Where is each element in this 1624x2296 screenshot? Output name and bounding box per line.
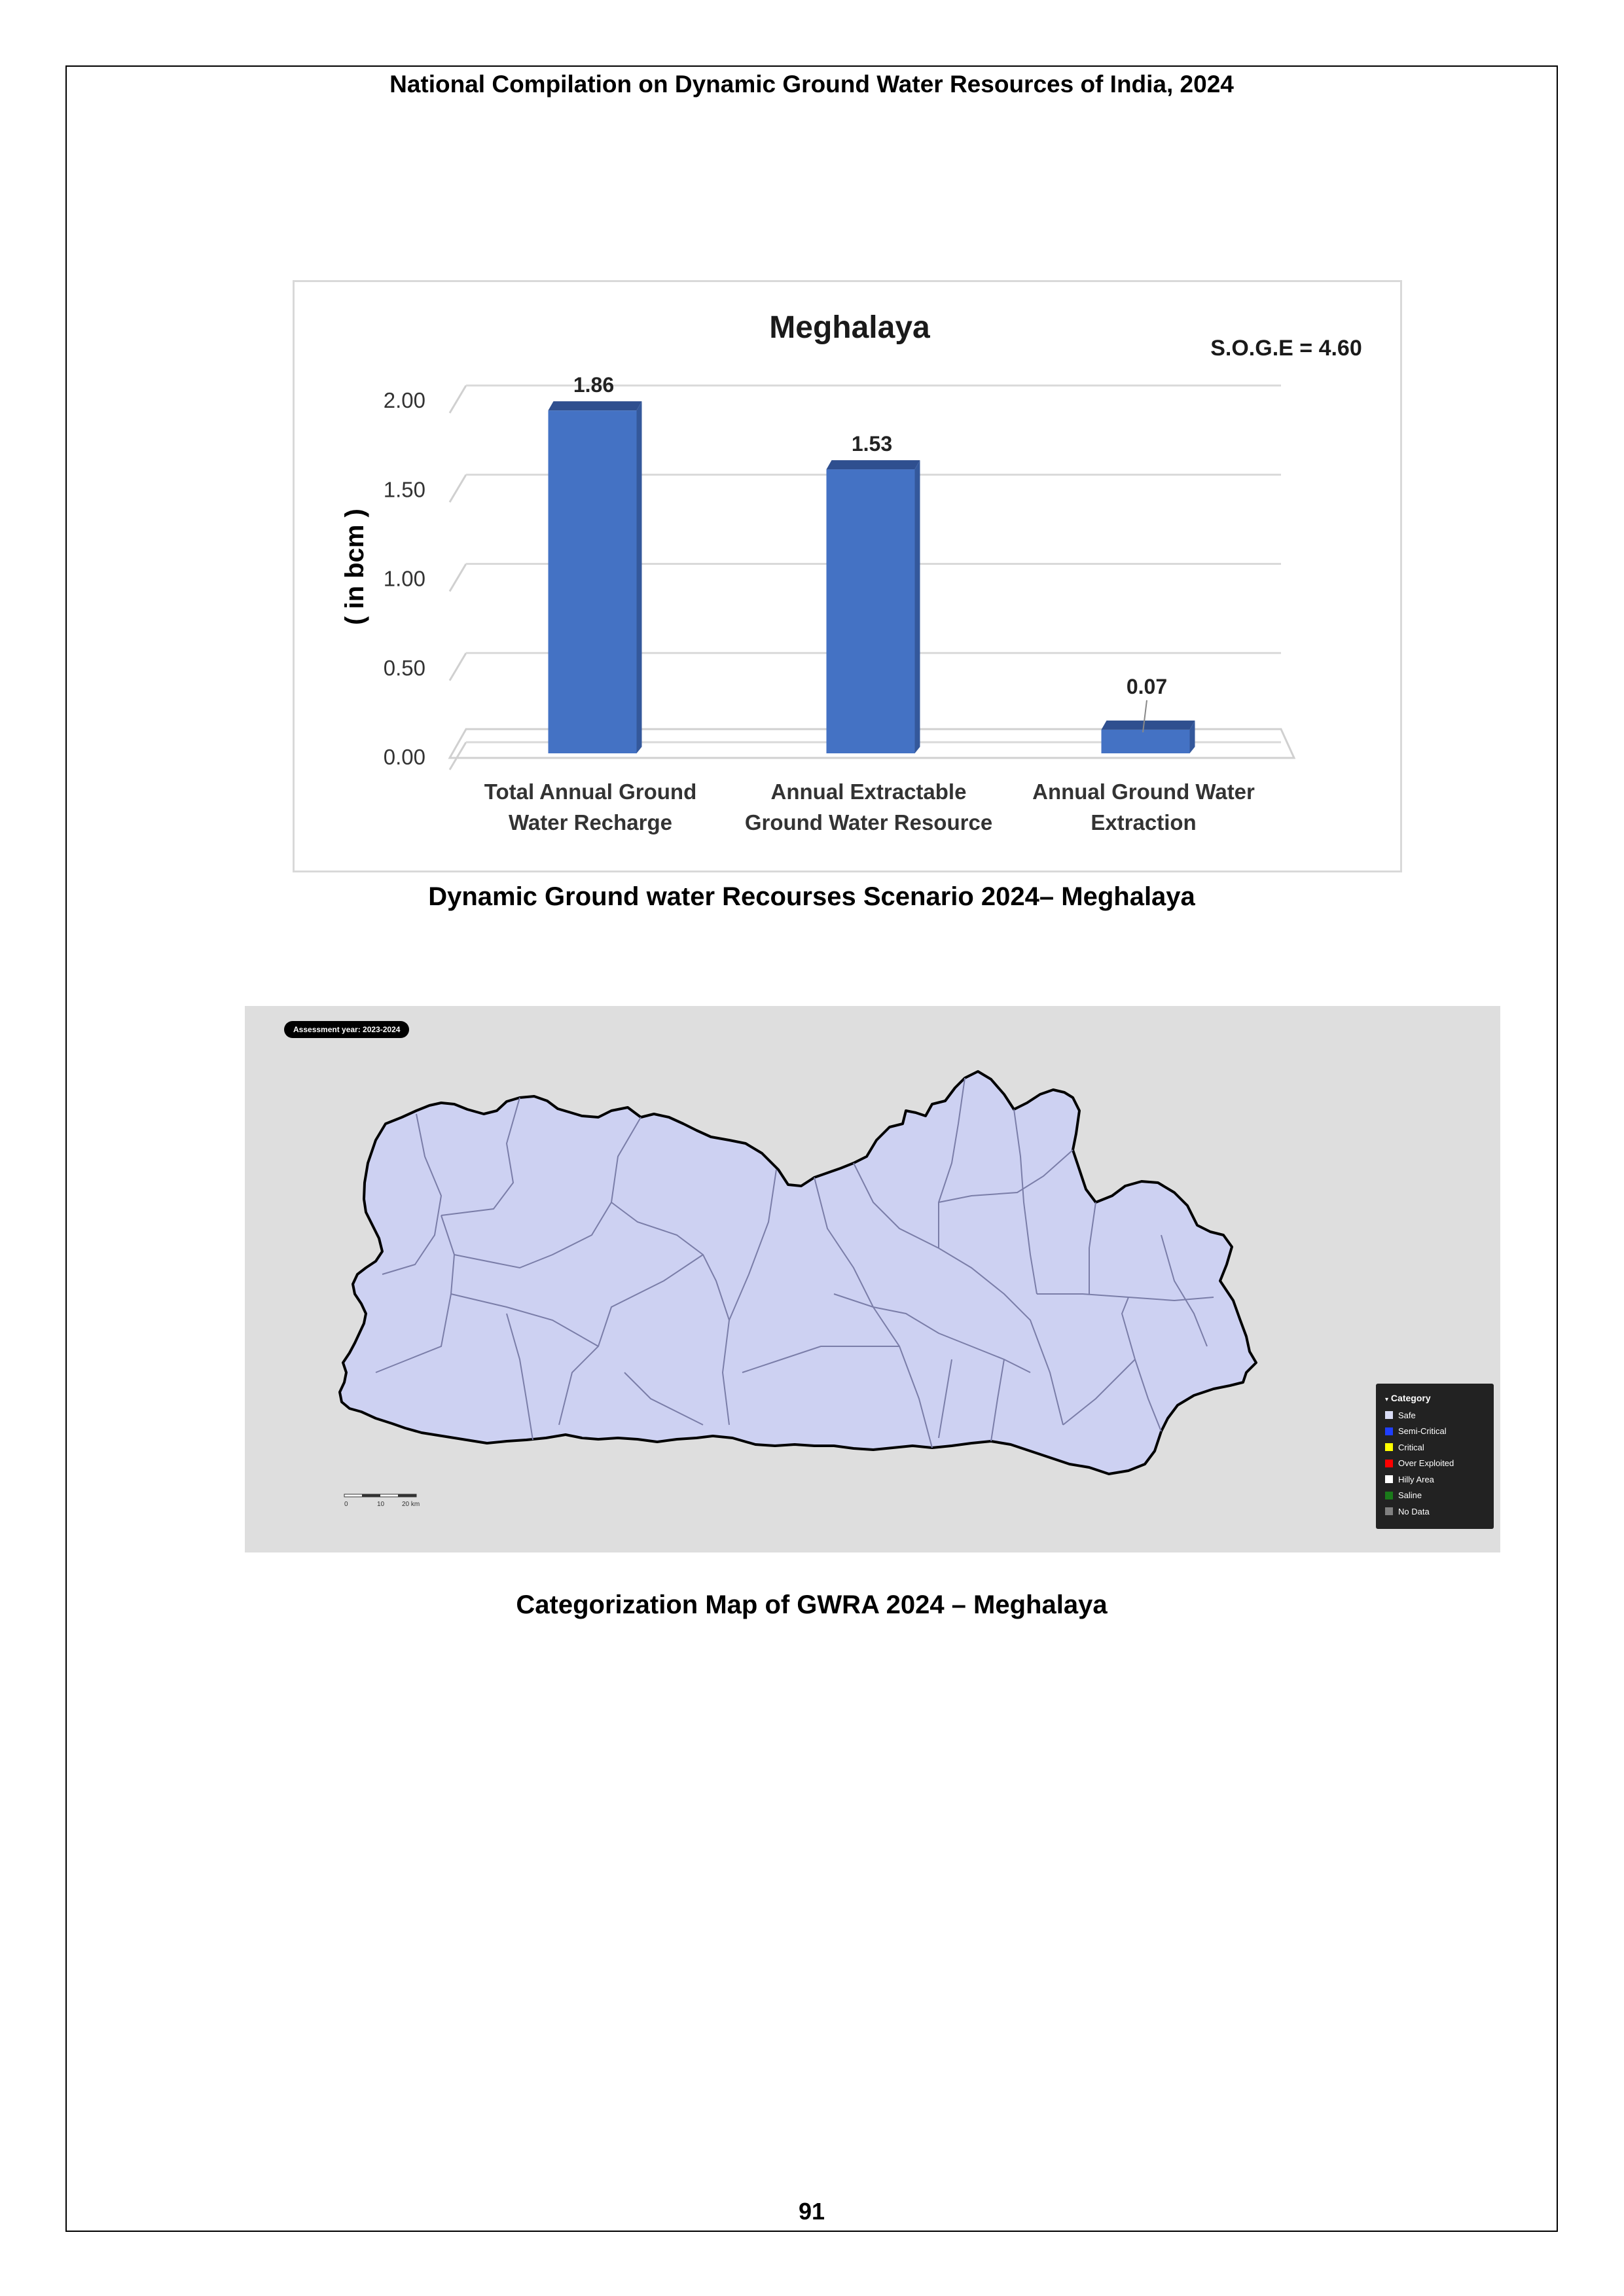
legend-item: Over Exploited	[1385, 1456, 1494, 1472]
chart-caption: Dynamic Ground water Recourses Scenario …	[428, 882, 1195, 911]
scale-label-0: 0	[344, 1501, 348, 1508]
meghalaya-map	[338, 1070, 1257, 1475]
bar-chart: 0.00 0.50 1.00 1.50 2.00 1.86 Total Annual Gro…	[293, 280, 1402, 872]
legend-item: Semi-Critical	[1385, 1424, 1494, 1440]
grid-diagonal	[448, 652, 467, 681]
page-number: 91	[798, 2198, 825, 2225]
legend-swatch	[1385, 1475, 1393, 1484]
legend-title: ▾ Category	[1385, 1393, 1494, 1403]
legend-swatch	[1385, 1411, 1393, 1420]
legend-label: Critical	[1398, 1442, 1424, 1452]
legend-label: Over Exploited	[1398, 1458, 1454, 1469]
legend-swatch	[1385, 1427, 1393, 1435]
category-label: Ground Water Resource	[745, 810, 992, 834]
bar-side	[914, 460, 920, 753]
legend-label: Semi-Critical	[1398, 1426, 1447, 1437]
collapse-icon[interactable]: ▾	[1385, 1396, 1388, 1403]
bar-side	[636, 401, 642, 753]
grid-diagonal	[448, 385, 467, 414]
grid-diagonal	[448, 563, 467, 592]
grid-diagonal	[448, 474, 467, 503]
scale-label-10: 10	[377, 1501, 385, 1508]
category-label: Annual Ground Water	[1032, 780, 1255, 804]
chart-title: Meghalaya	[769, 310, 930, 345]
category-label: Total Annual Ground	[484, 780, 696, 804]
legend-title-text: Category	[1390, 1393, 1431, 1403]
legend-items: Safe Semi-Critical Critical Over Exploited H…	[1385, 1407, 1494, 1520]
legend-swatch	[1385, 1443, 1393, 1452]
data-label: 0.07	[1127, 675, 1167, 698]
category-label: Water Recharge	[509, 810, 672, 834]
legend-label: No Data	[1398, 1506, 1430, 1516]
category-label: Extraction	[1091, 810, 1196, 834]
categorization-map: Assessment year: 2023-2024 0 10 20 km ▾ …	[245, 1006, 1500, 1552]
grid-diagonal	[448, 742, 467, 770]
page-header: National Compilation on Dynamic Ground W…	[389, 71, 1234, 98]
legend-label: Hilly Area	[1398, 1474, 1434, 1484]
state-outline	[338, 1070, 1257, 1475]
y-axis-label: ( in bcm )	[340, 509, 369, 625]
bar	[548, 410, 637, 753]
bar-top	[1101, 720, 1195, 730]
bar	[1101, 729, 1190, 753]
y-tick-label: 1.00	[384, 567, 425, 591]
legend-item: Safe	[1385, 1407, 1494, 1424]
y-tick-label: 0.00	[384, 745, 425, 769]
y-tick-label: 1.50	[384, 477, 425, 501]
legend-swatch	[1385, 1491, 1393, 1499]
legend-label: Safe	[1398, 1410, 1416, 1420]
data-label: 1.86	[573, 373, 614, 397]
soge-annotation: S.O.G.E = 4.60	[1210, 336, 1362, 361]
scale-label-20: 20 km	[402, 1501, 420, 1508]
chart-text: 0.00 0.50 1.00 1.50 2.00 1.86 Total Annual Gro…	[384, 373, 1255, 834]
legend-swatch	[1385, 1507, 1393, 1516]
legend-item: Hilly Area	[1385, 1471, 1494, 1488]
bar	[826, 469, 915, 753]
bar-top	[548, 401, 642, 411]
y-tick-label: 0.50	[384, 656, 425, 680]
legend-item: Saline	[1385, 1488, 1494, 1504]
category-label: Annual Extractable	[771, 780, 967, 804]
data-label: 1.53	[852, 432, 892, 456]
bar-top	[826, 460, 920, 470]
map-legend: ▾ Category Safe Semi-Critical Critical Over…	[1376, 1384, 1494, 1529]
legend-item: No Data	[1385, 1503, 1494, 1520]
y-tick-label: 2.00	[384, 388, 425, 412]
legend-swatch	[1385, 1459, 1393, 1467]
map-caption: Categorization Map of GWRA 2024 – Meghal…	[516, 1590, 1108, 1619]
map-scale-bar: 0 10 20 km	[343, 1492, 422, 1511]
legend-item: Critical	[1385, 1439, 1494, 1456]
legend-label: Saline	[1398, 1490, 1422, 1501]
chart-canvas: 0.00 0.50 1.00 1.50 2.00 1.86 Total Annual Gro…	[340, 310, 1362, 834]
